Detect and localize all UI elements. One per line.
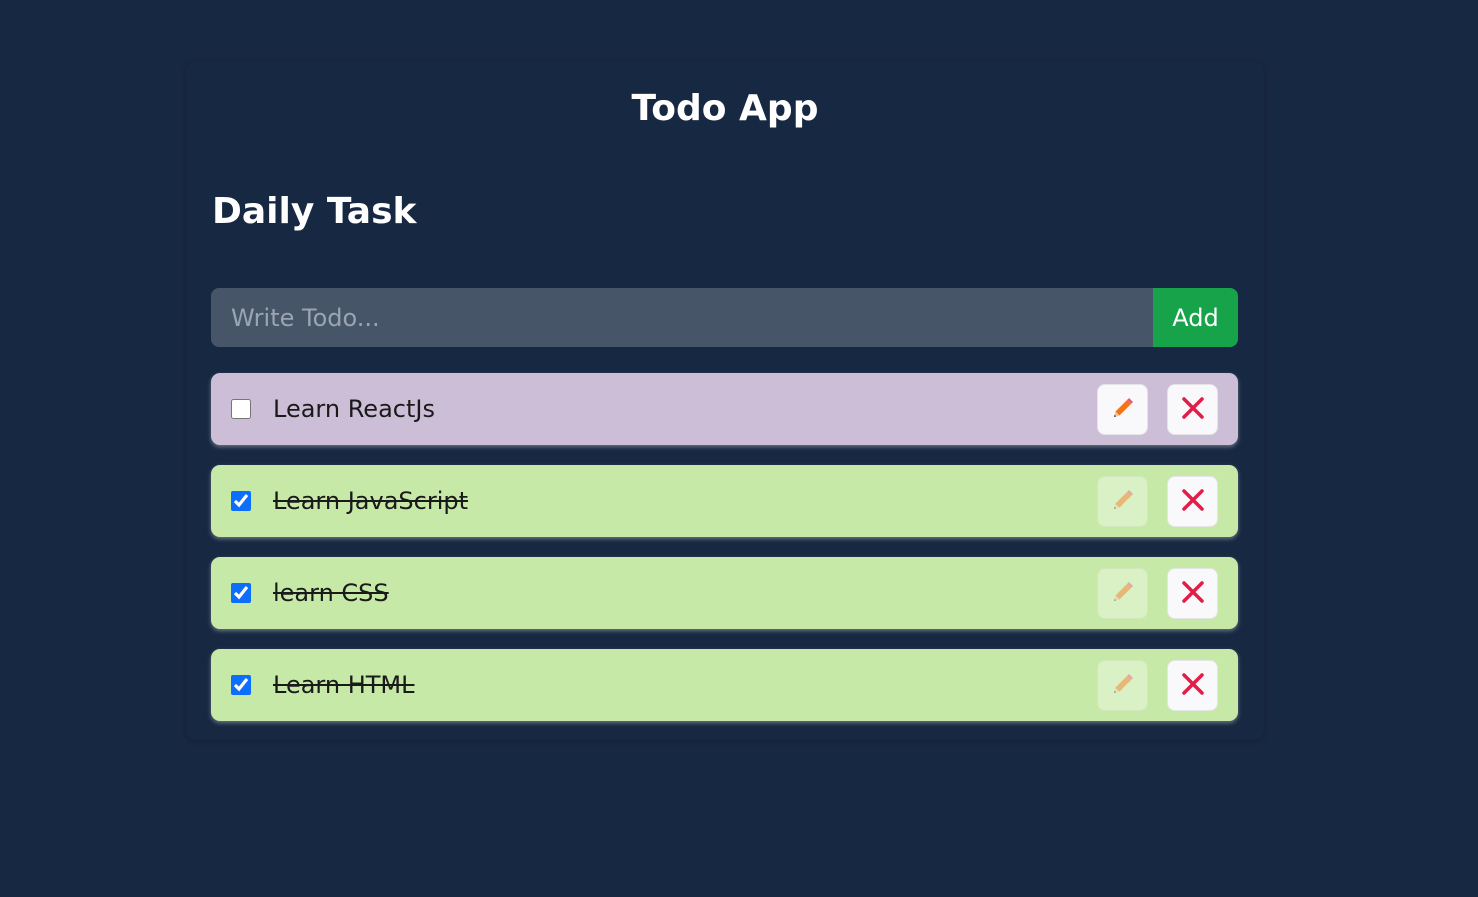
close-icon — [1180, 579, 1206, 608]
todo-text: Learn ReactJs — [273, 395, 435, 423]
delete-button[interactable] — [1167, 659, 1218, 711]
todo-list: Learn ReactJs Learn JavaScript learn CSS… — [211, 373, 1238, 741]
app-title: Todo App — [631, 88, 819, 129]
delete-button[interactable] — [1167, 567, 1218, 619]
todo-checkbox[interactable] — [231, 399, 251, 419]
todo-checkbox[interactable] — [231, 491, 251, 511]
delete-button[interactable] — [1167, 383, 1218, 435]
edit-button[interactable] — [1097, 383, 1148, 435]
add-todo-form: Add — [211, 288, 1238, 347]
close-icon — [1180, 671, 1206, 700]
todo-item: learn CSS — [211, 557, 1238, 629]
todo-checkbox[interactable] — [231, 675, 251, 695]
page: Todo App Daily Task Add Learn ReactJs — [0, 0, 1478, 897]
edit-button[interactable] — [1097, 659, 1148, 711]
section-title: Daily Task — [212, 191, 417, 232]
pencil-icon — [1110, 671, 1136, 700]
todo-input[interactable] — [211, 288, 1153, 347]
pencil-icon — [1110, 395, 1136, 424]
add-button[interactable]: Add — [1153, 288, 1238, 347]
edit-button[interactable] — [1097, 567, 1148, 619]
todo-text: learn CSS — [273, 579, 389, 607]
edit-button[interactable] — [1097, 475, 1148, 527]
todo-text: Learn HTML — [273, 671, 415, 699]
delete-button[interactable] — [1167, 475, 1218, 527]
close-icon — [1180, 487, 1206, 516]
todo-item: Learn JavaScript — [211, 465, 1238, 537]
todo-checkbox[interactable] — [231, 583, 251, 603]
todo-item: Learn ReactJs — [211, 373, 1238, 445]
todo-item: Learn HTML — [211, 649, 1238, 721]
pencil-icon — [1110, 579, 1136, 608]
close-icon — [1180, 395, 1206, 424]
todo-text: Learn JavaScript — [273, 487, 469, 515]
pencil-icon — [1110, 487, 1136, 516]
